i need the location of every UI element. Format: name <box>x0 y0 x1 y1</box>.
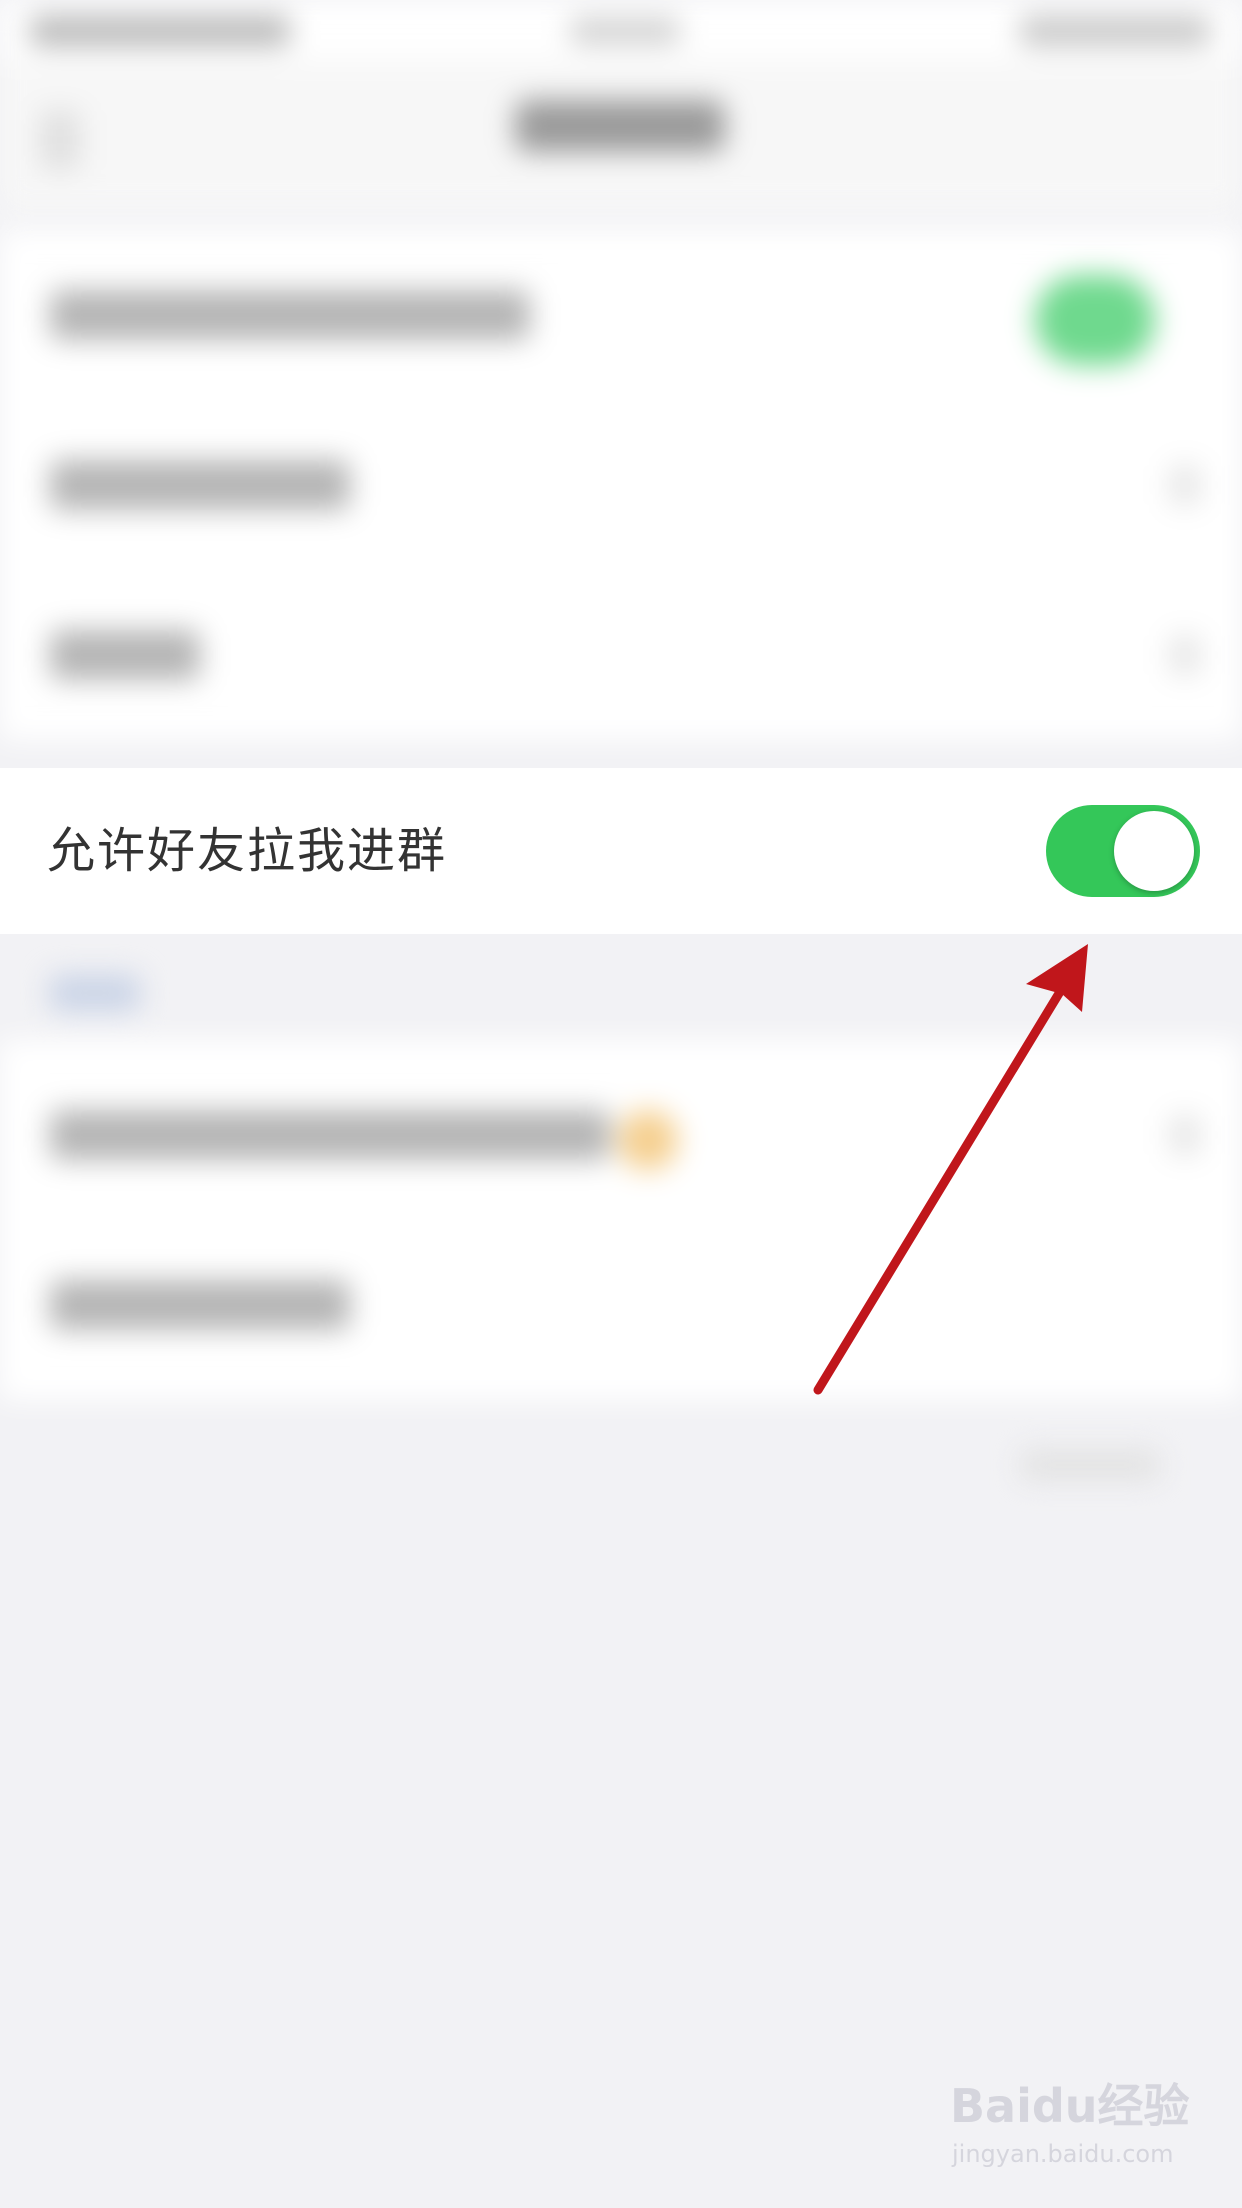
watermark-logo: Baidu经验 <box>950 2079 1190 2133</box>
page-title <box>515 100 725 152</box>
blurred-background <box>0 0 1242 1480</box>
status-bar <box>0 0 1242 60</box>
blurred-setting-row[interactable] <box>0 1210 1242 1480</box>
allow-friends-invite-row[interactable]: 允许好友拉我进群 <box>0 768 1242 934</box>
chevron-right-icon <box>1170 635 1200 675</box>
chevron-right-icon <box>1170 465 1200 505</box>
allow-friends-invite-toggle[interactable] <box>1046 805 1200 897</box>
back-icon[interactable] <box>40 110 80 170</box>
blurred-toggle[interactable] <box>1035 275 1155 365</box>
blurred-setting-row[interactable] <box>0 230 1242 400</box>
setting-row-label: 允许好友拉我进群 <box>47 823 448 879</box>
blurred-section-header <box>50 975 140 1011</box>
settings-group-top <box>0 230 1242 740</box>
nav-bar <box>0 60 1242 210</box>
baidu-jingyan-watermark: Baidu经验 jingyan.baidu.com <box>950 2070 1200 2180</box>
blurred-row-label <box>50 290 530 340</box>
blurred-row-label <box>50 1110 610 1160</box>
blurred-setting-row[interactable] <box>0 400 1242 570</box>
settings-group-bottom <box>0 1040 1242 1480</box>
settings-page: 允许好友拉我进群 Baidu经验 jingyan.baidu.com <box>0 0 1242 2208</box>
toggle-knob <box>1114 811 1194 891</box>
status-bar-battery <box>1020 16 1210 46</box>
watermark-url: jingyan.baidu.com <box>952 2140 1174 2168</box>
blurred-setting-row[interactable] <box>0 1040 1242 1210</box>
blurred-row-value <box>1020 1450 1160 1480</box>
chevron-right-icon <box>1170 1115 1200 1155</box>
blurred-row-label <box>50 1280 350 1330</box>
blurred-row-label <box>50 630 200 680</box>
status-bar-carrier <box>30 16 290 46</box>
blurred-row-label <box>50 460 350 510</box>
blurred-setting-row[interactable] <box>0 570 1242 740</box>
emoji-icon <box>618 1110 678 1170</box>
status-bar-time <box>570 18 680 44</box>
